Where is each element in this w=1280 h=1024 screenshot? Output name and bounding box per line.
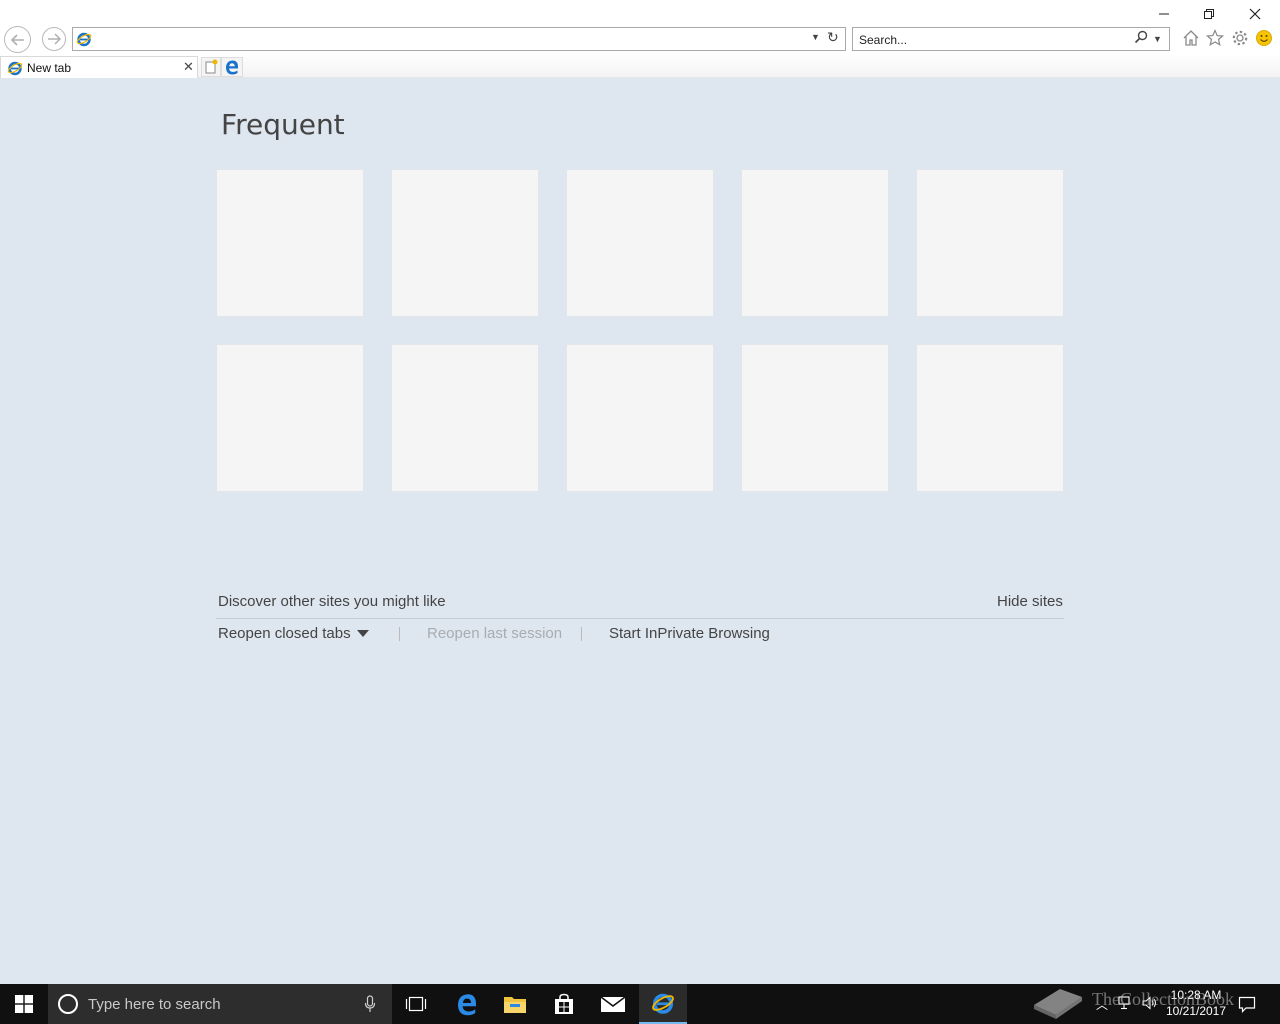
search-input[interactable] [859, 31, 1129, 48]
navigation-bar: ▼ ↻ ▼ [0, 26, 1280, 53]
smiley-icon [1256, 30, 1272, 46]
gear-icon [1232, 30, 1248, 46]
store-icon [555, 993, 573, 1014]
start-inprivate-link[interactable]: Start InPrivate Browsing [609, 625, 770, 642]
new-tab-icon [205, 59, 218, 74]
start-button[interactable] [0, 984, 48, 1024]
discover-sites-link[interactable]: Discover other sites you might like [218, 593, 446, 610]
internet-explorer-icon [76, 32, 92, 47]
mail-taskbar-button[interactable] [589, 984, 637, 1024]
site-tile[interactable] [916, 169, 1064, 317]
tab-new-tab[interactable]: New tab ✕ [0, 56, 198, 78]
frequent-tiles-grid [216, 169, 1066, 492]
microphone-icon[interactable] [364, 995, 376, 1013]
new-tab-page: Frequent Discover other sites you might … [0, 78, 1280, 984]
search-dropdown-icon[interactable]: ▼ [1153, 34, 1162, 44]
task-view-button[interactable] [392, 984, 440, 1024]
watermark: TheCollectionBook [1030, 975, 1234, 1023]
store-taskbar-button[interactable] [540, 984, 588, 1024]
feedback-button[interactable] [1253, 27, 1275, 49]
restore-icon [1204, 9, 1214, 19]
site-tile[interactable] [566, 344, 714, 492]
site-tile[interactable] [566, 169, 714, 317]
address-bar[interactable]: ▼ ↻ [72, 27, 846, 51]
edge-taskbar-button[interactable] [443, 984, 491, 1024]
site-tile[interactable] [916, 344, 1064, 492]
refresh-icon[interactable]: ↻ [827, 29, 839, 46]
caret-down-icon[interactable] [357, 630, 369, 637]
minimize-icon [1159, 13, 1169, 15]
taskbar-search-box[interactable]: Type here to search [48, 984, 392, 1024]
site-tile[interactable] [741, 344, 889, 492]
edge-icon [226, 60, 238, 75]
page-title: Frequent [221, 108, 345, 141]
divider [216, 618, 1064, 619]
file-explorer-taskbar-button[interactable] [491, 984, 539, 1024]
search-icon[interactable] [1134, 30, 1148, 44]
cortana-icon [58, 994, 78, 1014]
close-tab-icon[interactable]: ✕ [183, 59, 194, 75]
edge-icon [458, 994, 476, 1016]
address-input[interactable] [97, 30, 797, 48]
hide-sites-link[interactable]: Hide sites [997, 593, 1063, 610]
back-arrow-icon [10, 33, 24, 46]
restore-button[interactable] [1195, 4, 1223, 24]
reopen-last-session-link: Reopen last session [427, 625, 563, 642]
internet-explorer-icon [652, 993, 674, 1014]
site-tile[interactable] [391, 344, 539, 492]
title-bar [0, 0, 1280, 28]
tools-button[interactable] [1229, 27, 1251, 49]
address-dropdown-icon[interactable]: ▼ [811, 32, 820, 42]
tab-label: New tab [27, 61, 72, 75]
taskbar-search-placeholder: Type here to search [88, 996, 221, 1013]
close-window-button[interactable] [1241, 4, 1269, 24]
windows-logo-icon [15, 995, 33, 1013]
reopen-closed-tabs-link[interactable]: Reopen closed tabs [218, 625, 351, 642]
internet-explorer-taskbar-button[interactable] [639, 984, 687, 1024]
forward-arrow-icon [48, 33, 62, 45]
task-view-icon [405, 996, 427, 1012]
site-tile[interactable] [741, 169, 889, 317]
favorites-button[interactable] [1204, 27, 1226, 49]
mail-icon [600, 996, 626, 1012]
forward-button[interactable] [42, 27, 66, 51]
tab-bar: New tab ✕ [0, 54, 1280, 78]
search-box[interactable]: ▼ [852, 27, 1170, 51]
open-with-edge-button[interactable] [221, 57, 243, 77]
star-icon [1206, 29, 1224, 47]
site-tile[interactable] [216, 169, 364, 317]
action-center-icon[interactable] [1238, 995, 1256, 1013]
file-explorer-icon [504, 997, 526, 1013]
back-button[interactable] [4, 26, 31, 53]
minimize-button[interactable] [1150, 4, 1178, 24]
new-tab-button[interactable] [201, 57, 221, 77]
taskbar: Type here to search ︿ 10:28 AM 10/21/201… [0, 984, 1280, 1024]
watermark-text: TheCollectionBook [1092, 989, 1234, 1009]
home-icon [1183, 30, 1199, 46]
internet-explorer-icon [7, 61, 23, 76]
home-button[interactable] [1180, 27, 1202, 49]
site-tile[interactable] [391, 169, 539, 317]
separator [581, 627, 582, 641]
book-watermark-icon [1034, 989, 1082, 1019]
close-icon [1249, 8, 1261, 20]
site-tile[interactable] [216, 344, 364, 492]
separator [399, 627, 400, 641]
